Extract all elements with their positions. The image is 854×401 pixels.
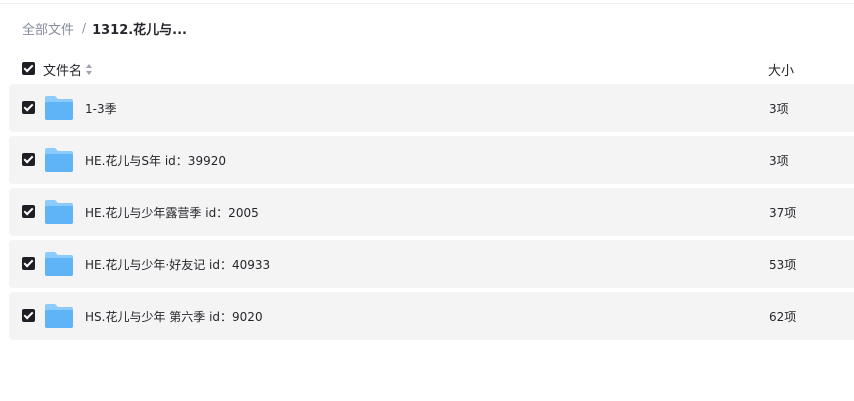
file-size: 62项	[769, 310, 797, 324]
select-all-checkbox[interactable]	[22, 62, 35, 75]
file-name[interactable]: HE.花儿与S年 id：39920	[85, 152, 226, 169]
row-checkbox[interactable]	[22, 101, 35, 114]
folder-icon	[45, 200, 73, 224]
file-row[interactable]: HS.花儿与少年 第六季 id：9020 62项	[9, 292, 854, 340]
top-divider	[0, 0, 854, 4]
folder-icon	[45, 148, 73, 172]
folder-icon	[45, 252, 73, 276]
file-row[interactable]: HE.花儿与S年 id：39920 3项	[9, 136, 854, 184]
file-list: 1-3季 3项 HE.花儿与S年 id：39920 3项 HE.花儿与少年露营季…	[9, 84, 854, 344]
row-checkbox[interactable]	[22, 257, 35, 270]
breadcrumb-current-folder: 1312.花儿与...	[92, 22, 187, 38]
file-name[interactable]: HS.花儿与少年 第六季 id：9020	[85, 308, 263, 325]
row-checkbox[interactable]	[22, 205, 35, 218]
column-header-name[interactable]: 文件名	[43, 60, 93, 79]
file-size: 53项	[769, 258, 797, 272]
file-size: 37项	[769, 206, 797, 220]
column-header-name-label: 文件名	[43, 64, 83, 79]
file-name[interactable]: HE.花儿与少年露营季 id：2005	[85, 204, 259, 221]
breadcrumb: 全部文件 / 1312.花儿与...	[22, 18, 187, 38]
file-name[interactable]: HE.花儿与少年·好友记 id：40933	[85, 256, 270, 273]
file-row[interactable]: HE.花儿与少年·好友记 id：40933 53项	[9, 240, 854, 288]
row-checkbox[interactable]	[22, 309, 35, 322]
file-list-header: 文件名 大小	[22, 58, 842, 80]
file-row[interactable]: HE.花儿与少年露营季 id：2005 37项	[9, 188, 854, 236]
folder-icon	[45, 304, 73, 328]
file-name[interactable]: 1-3季	[85, 100, 117, 117]
file-size: 3项	[769, 102, 789, 116]
breadcrumb-root-link[interactable]: 全部文件	[22, 19, 74, 38]
file-row[interactable]: 1-3季 3项	[9, 84, 854, 132]
column-header-size[interactable]: 大小	[768, 60, 794, 79]
file-size: 3项	[769, 154, 789, 168]
sort-icon[interactable]	[86, 64, 93, 75]
breadcrumb-separator: /	[82, 21, 87, 35]
folder-icon	[45, 96, 73, 120]
row-checkbox[interactable]	[22, 153, 35, 166]
